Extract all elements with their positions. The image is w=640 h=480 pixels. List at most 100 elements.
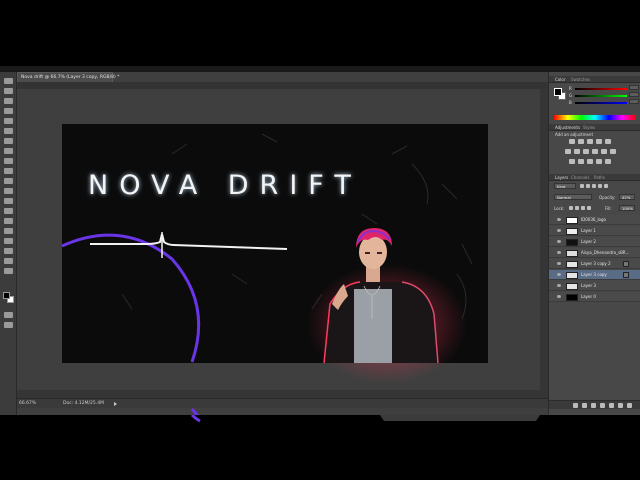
shape-tool-icon[interactable] <box>4 248 13 254</box>
blur-tool-icon[interactable] <box>4 198 13 204</box>
red-slider[interactable] <box>575 88 627 90</box>
blue-slider[interactable] <box>575 102 627 104</box>
eraser-tool-icon[interactable] <box>4 178 13 184</box>
layer-row[interactable]: Layer 1 <box>549 226 640 236</box>
document-size: Doc: 4.12M/25.4M <box>63 401 104 406</box>
hand-tool-icon[interactable] <box>4 258 13 264</box>
crop-tool-icon[interactable] <box>4 118 13 124</box>
layer-style-icon[interactable] <box>582 403 587 408</box>
tab-paths[interactable]: Paths <box>594 174 605 181</box>
brush-tool-icon[interactable] <box>4 148 13 154</box>
type-tool-icon[interactable] <box>4 228 13 234</box>
layer-row[interactable]: Layer 3 copy <box>549 270 640 280</box>
path-select-tool-icon[interactable] <box>4 238 13 244</box>
layer-row[interactable]: Layer 3 copy 2 <box>549 259 640 269</box>
red-value-field[interactable] <box>629 85 639 90</box>
dodge-tool-icon[interactable] <box>4 208 13 214</box>
filter-type-icon[interactable] <box>592 184 596 188</box>
new-group-icon[interactable] <box>609 403 614 408</box>
lock-position-icon[interactable] <box>581 206 585 210</box>
zoom-tool-icon[interactable] <box>4 268 13 274</box>
layer-mask-thumbnail[interactable] <box>623 261 629 267</box>
foreground-swatch[interactable] <box>554 88 562 96</box>
healing-tool-icon[interactable] <box>4 138 13 144</box>
document-tab[interactable]: Nova drift @ 66.7% (Layer 3 copy, RGB/8)… <box>17 72 119 82</box>
add-mask-icon[interactable] <box>591 403 596 408</box>
filter-shape-icon[interactable] <box>598 184 602 188</box>
layer-row[interactable]: ID0036_logo <box>549 215 640 225</box>
threshold-icon[interactable] <box>587 159 593 164</box>
visibility-eye-icon[interactable] <box>557 218 561 221</box>
history-brush-tool-icon[interactable] <box>4 168 13 174</box>
levels-icon[interactable] <box>578 139 584 144</box>
gradient-tool-icon[interactable] <box>4 188 13 194</box>
layer-row[interactable]: Layer 2 <box>549 237 640 247</box>
selective-color-icon[interactable] <box>605 159 611 164</box>
quick-select-tool-icon[interactable] <box>4 108 13 114</box>
layer-filter-kind[interactable]: Kind <box>554 183 576 189</box>
color-balance-icon[interactable] <box>574 149 580 154</box>
filter-smart-object-icon[interactable] <box>604 184 608 188</box>
lock-all-icon[interactable] <box>587 206 591 210</box>
new-layer-icon[interactable] <box>618 403 623 408</box>
layer-row[interactable]: Aisya_Dhenandra_sBR... <box>549 248 640 258</box>
visibility-eye-icon[interactable] <box>557 240 561 243</box>
link-layers-icon[interactable] <box>573 403 578 408</box>
posterize-icon[interactable] <box>578 159 584 164</box>
opacity-field[interactable]: 42% <box>619 194 635 200</box>
document-canvas[interactable]: NOVA DRIFT <box>62 124 488 422</box>
photo-filter-icon[interactable] <box>592 149 598 154</box>
layer-row[interactable]: Layer 0 <box>549 292 640 302</box>
status-menu-arrow-icon[interactable] <box>114 402 117 406</box>
lasso-tool-icon[interactable] <box>4 98 13 104</box>
blend-mode-select[interactable]: Normal <box>554 194 592 200</box>
hue-saturation-icon[interactable] <box>565 149 571 154</box>
fill-field[interactable]: 100% <box>619 205 635 211</box>
brightness-contrast-icon[interactable] <box>569 139 575 144</box>
channel-g-label: G <box>569 93 573 98</box>
stamp-tool-icon[interactable] <box>4 158 13 164</box>
quick-mask-icon[interactable] <box>4 312 13 318</box>
gradient-map-icon[interactable] <box>596 159 602 164</box>
color-lookup-icon[interactable] <box>610 149 616 154</box>
canvas-artwork <box>62 133 473 422</box>
tab-styles[interactable]: Styles <box>583 124 595 131</box>
curves-icon[interactable] <box>587 139 593 144</box>
zoom-level[interactable]: 66.67% <box>19 399 36 409</box>
visibility-eye-icon[interactable] <box>557 284 561 287</box>
green-value-field[interactable] <box>629 92 639 97</box>
visibility-eye-icon[interactable] <box>557 262 561 265</box>
visibility-eye-icon[interactable] <box>557 295 561 298</box>
delete-layer-icon[interactable] <box>627 403 632 408</box>
blue-value-field[interactable] <box>629 99 639 104</box>
tab-swatches[interactable]: Swatches <box>571 76 590 83</box>
green-slider[interactable] <box>575 95 627 97</box>
tab-adjustments[interactable]: Adjustments <box>555 124 580 131</box>
visibility-eye-icon[interactable] <box>557 229 561 232</box>
new-adjustment-layer-icon[interactable] <box>600 403 605 408</box>
eyedropper-tool-icon[interactable] <box>4 128 13 134</box>
invert-icon[interactable] <box>569 159 575 164</box>
foreground-color-icon[interactable] <box>3 292 10 299</box>
visibility-eye-icon[interactable] <box>557 251 561 254</box>
layer-name: Layer 3 <box>581 283 596 288</box>
filter-pixel-icon[interactable] <box>580 184 584 188</box>
pen-tool-icon[interactable] <box>4 218 13 224</box>
filter-adjustment-icon[interactable] <box>586 184 590 188</box>
lock-pixels-icon[interactable] <box>575 206 579 210</box>
black-white-icon[interactable] <box>583 149 589 154</box>
tab-color[interactable]: Color <box>555 76 565 83</box>
tab-channels[interactable]: Channels <box>571 174 590 181</box>
move-tool-icon[interactable] <box>4 78 13 84</box>
lock-transparent-icon[interactable] <box>569 206 573 210</box>
layer-mask-thumbnail[interactable] <box>623 272 629 278</box>
channel-mixer-icon[interactable] <box>601 149 607 154</box>
vibrance-icon[interactable] <box>605 139 611 144</box>
marquee-tool-icon[interactable] <box>4 88 13 94</box>
layer-row[interactable]: Layer 3 <box>549 281 640 291</box>
exposure-icon[interactable] <box>596 139 602 144</box>
visibility-eye-icon[interactable] <box>557 273 561 276</box>
screen-mode-icon[interactable] <box>4 322 13 328</box>
tab-layers[interactable]: Layers <box>555 174 568 181</box>
color-spectrum-ramp[interactable] <box>554 115 636 120</box>
